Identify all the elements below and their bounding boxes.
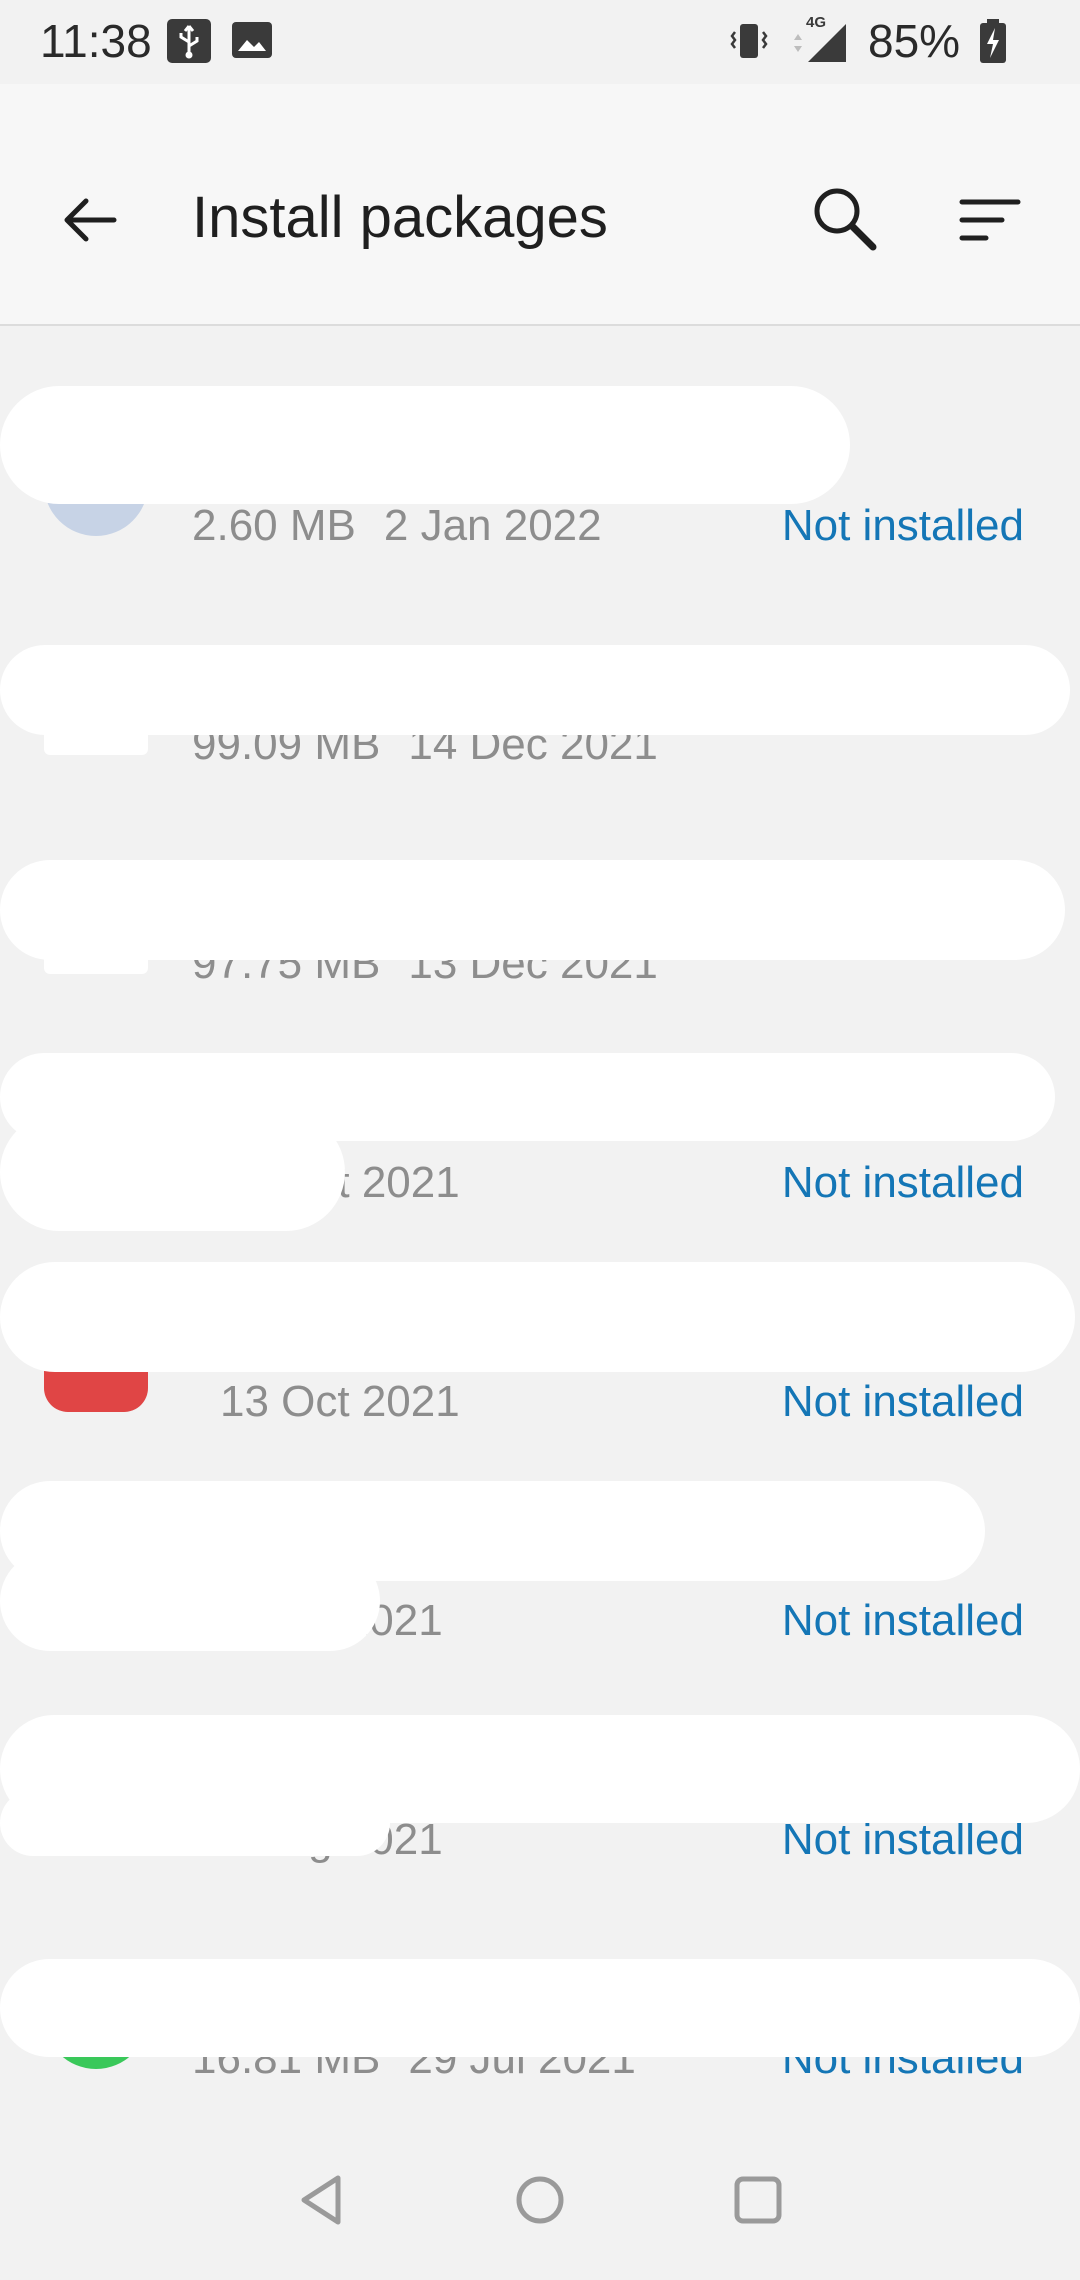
install-status: Not installed bbox=[781, 1158, 1024, 1207]
install-status: Not installed bbox=[781, 1596, 1024, 1645]
redaction-mark bbox=[0, 1790, 390, 1856]
redaction-mark bbox=[0, 645, 1070, 735]
navigation-bar bbox=[0, 2120, 1080, 2280]
arrow-back-icon bbox=[64, 198, 117, 242]
list-item[interactable]: 99.09 MB 14 Dec 2021 bbox=[0, 545, 1080, 769]
package-date: 2 Jan 2022 bbox=[383, 501, 602, 550]
nav-home-button[interactable] bbox=[500, 2160, 580, 2240]
battery-percent: 85% bbox=[868, 15, 961, 67]
redaction-mark bbox=[0, 860, 1065, 960]
status-time: 11:38 bbox=[40, 15, 152, 67]
list-item[interactable]: 9 Aug 2021 Not installed bbox=[0, 1421, 1080, 1651]
page-title: Install packages bbox=[192, 185, 608, 250]
search-icon bbox=[814, 188, 877, 251]
redaction-mark bbox=[0, 386, 850, 504]
redaction-mark bbox=[0, 1262, 1075, 1372]
install-status: Not installed bbox=[781, 501, 1024, 550]
search-button[interactable] bbox=[796, 170, 896, 270]
back-button[interactable] bbox=[40, 170, 140, 270]
install-status: Not installed bbox=[781, 1377, 1024, 1426]
package-date: 13 Oct 2021 bbox=[220, 1377, 460, 1426]
redaction-mark bbox=[0, 1551, 380, 1651]
list-item[interactable]: 13 Oct 2021 Not installed bbox=[0, 1202, 1080, 1426]
sort-button[interactable] bbox=[940, 170, 1040, 270]
signal-icon: 4G bbox=[786, 14, 848, 69]
list-item[interactable]: 4 Aug 2021 Not installed bbox=[0, 1640, 1080, 1864]
package-meta: 13 Oct 2021 bbox=[192, 1377, 460, 1427]
list-item[interactable]: 16.81 MB 29 Jul 2021 Not installed bbox=[0, 1859, 1080, 2083]
package-size: 2.60 MB bbox=[192, 501, 356, 550]
app-bar: Install packages bbox=[0, 84, 1080, 326]
nav-home-icon bbox=[516, 2176, 564, 2224]
vibrate-icon bbox=[726, 18, 772, 69]
nav-recents-icon bbox=[734, 2176, 782, 2224]
sort-icon bbox=[959, 199, 1021, 241]
status-bar: 11:38 4G 85% bbox=[0, 0, 1080, 84]
nav-back-icon bbox=[301, 2175, 341, 2225]
image-icon bbox=[230, 18, 274, 67]
list-item[interactable]: 2.60 MB 2 Jan 2022 Not installed bbox=[0, 326, 1080, 550]
network-type: 4G bbox=[806, 14, 827, 31]
nav-back-button[interactable] bbox=[282, 2160, 362, 2240]
usb-icon bbox=[166, 18, 212, 69]
nav-recents-button[interactable] bbox=[718, 2160, 798, 2240]
list-item[interactable]: 29 Oct 2021 Not installed bbox=[0, 983, 1080, 1231]
list-item[interactable]: 97.75 MB 13 Dec 2021 bbox=[0, 764, 1080, 988]
package-meta: 2.60 MB 2 Jan 2022 bbox=[192, 501, 602, 551]
battery-charging-icon bbox=[978, 18, 1008, 69]
redaction-mark bbox=[0, 1959, 1080, 2057]
